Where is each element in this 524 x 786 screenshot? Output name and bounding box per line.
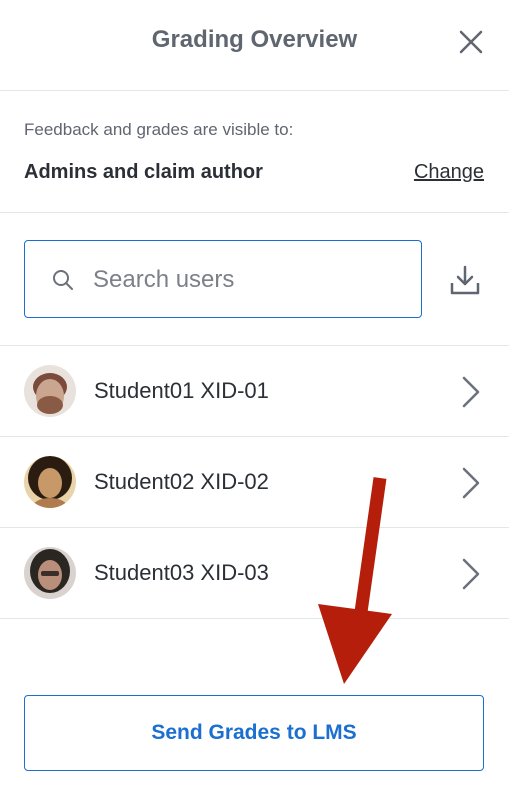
grading-overview-panel: Grading Overview Feedback and grades are… — [0, 0, 509, 786]
search-box[interactable] — [24, 240, 422, 318]
chevron-right-icon — [462, 376, 480, 408]
download-icon[interactable] — [448, 263, 482, 297]
chevron-right-icon — [462, 558, 480, 590]
list-item[interactable]: Student02 XID-02 — [0, 437, 509, 528]
change-visibility-link[interactable]: Change — [414, 161, 484, 184]
list-item[interactable]: Student03 XID-03 — [0, 528, 509, 619]
chevron-right-icon — [462, 467, 480, 499]
list-item[interactable]: Student01 XID-01 — [0, 346, 509, 437]
close-icon[interactable] — [455, 26, 487, 58]
send-grades-button[interactable]: Send Grades to LMS — [24, 695, 484, 771]
visibility-label: Feedback and grades are visible to: — [24, 120, 294, 139]
avatar — [24, 365, 76, 417]
search-section — [0, 213, 509, 346]
panel-header: Grading Overview — [0, 0, 509, 91]
user-name: Student01 XID-01 — [94, 378, 269, 403]
visibility-value: Admins and claim author — [24, 161, 263, 183]
visibility-section: Feedback and grades are visible to: Admi… — [0, 91, 509, 213]
search-icon — [53, 270, 73, 290]
scrollbar-track — [509, 0, 524, 786]
search-input[interactable] — [93, 263, 403, 297]
panel-title: Grading Overview — [151, 26, 358, 53]
avatar — [24, 456, 76, 508]
user-name: Student03 XID-03 — [94, 560, 269, 585]
avatar — [24, 547, 76, 599]
user-name: Student02 XID-02 — [94, 469, 269, 494]
